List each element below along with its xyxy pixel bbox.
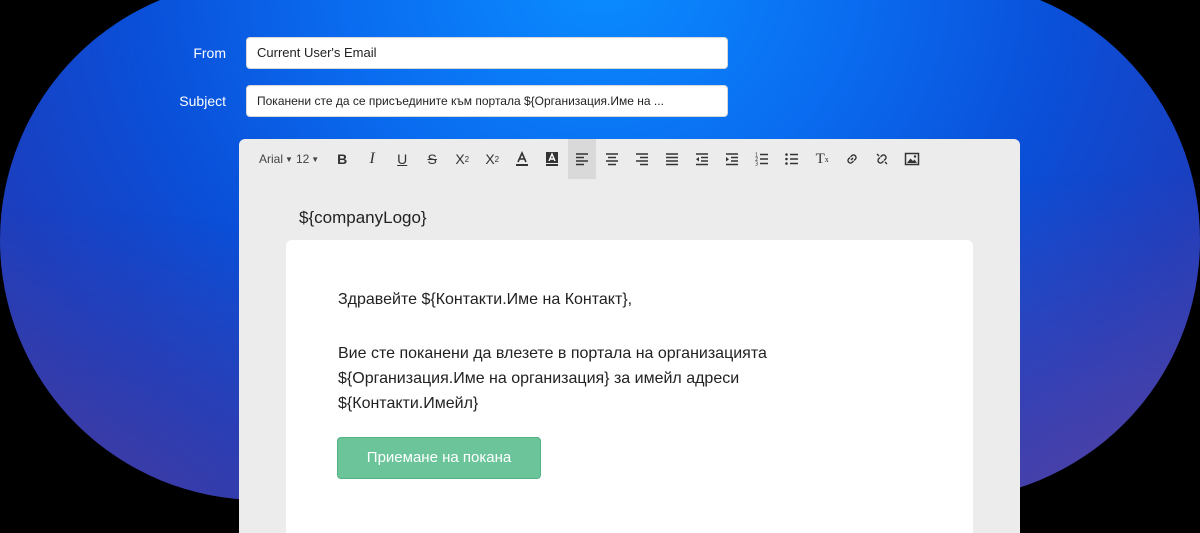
email-greeting: Здравейте ${Контакти.Име на Контакт}, (338, 291, 633, 308)
superscript-icon[interactable]: X2 (478, 139, 506, 179)
strikethrough-icon[interactable]: S (418, 139, 446, 179)
unordered-list-icon[interactable] (778, 139, 806, 179)
subscript-icon[interactable]: X2 (448, 139, 476, 179)
font-color-icon[interactable] (508, 139, 536, 179)
image-icon[interactable] (898, 139, 926, 179)
email-body-line: ${Организация.Име на организация} за име… (338, 370, 740, 387)
align-center-icon[interactable] (598, 139, 626, 179)
clear-format-icon[interactable]: Tx (808, 139, 836, 179)
editor-toolbar: Arial ▼ 12 ▼ B I U S X2 X2 1 2 3 T x (239, 139, 1020, 179)
italic-icon[interactable]: I (358, 139, 386, 179)
align-right-icon[interactable] (628, 139, 656, 179)
chevron-down-icon: ▼ (311, 154, 320, 164)
email-body-text: Вие сте поканени да влезете в портала на… (338, 341, 838, 416)
bold-icon[interactable]: B (328, 139, 356, 179)
email-body-line: Вие сте поканени да влезете в портала на… (338, 345, 767, 362)
subject-label: Subject (179, 93, 226, 109)
ordered-list-icon[interactable]: 123 (748, 139, 776, 179)
font-family-value: Arial (259, 152, 284, 166)
company-logo-placeholder: ${companyLogo} (299, 208, 427, 227)
underline-icon[interactable]: U (388, 139, 416, 179)
indent-icon[interactable] (718, 139, 746, 179)
from-label: From (193, 45, 226, 61)
outdent-icon[interactable] (688, 139, 716, 179)
svg-text:3: 3 (755, 162, 758, 168)
font-family-dropdown[interactable]: Arial ▼ 12 ▼ (259, 152, 322, 166)
accept-invitation-button[interactable]: Приемане на покана (337, 437, 541, 479)
chevron-down-icon: ▼ (285, 154, 293, 164)
align-justify-icon[interactable] (658, 139, 686, 179)
unlink-icon[interactable] (868, 139, 896, 179)
align-left-icon[interactable] (568, 139, 597, 179)
link-icon[interactable] (838, 139, 866, 179)
background-color-icon[interactable] (538, 139, 566, 179)
font-size-value[interactable]: 12 (296, 152, 309, 166)
from-field[interactable]: Current User's Email (246, 37, 728, 69)
subject-field[interactable]: Поканени сте да се присъедините към порт… (246, 85, 728, 117)
email-body-line: ${Контакти.Имейл} (338, 395, 479, 412)
